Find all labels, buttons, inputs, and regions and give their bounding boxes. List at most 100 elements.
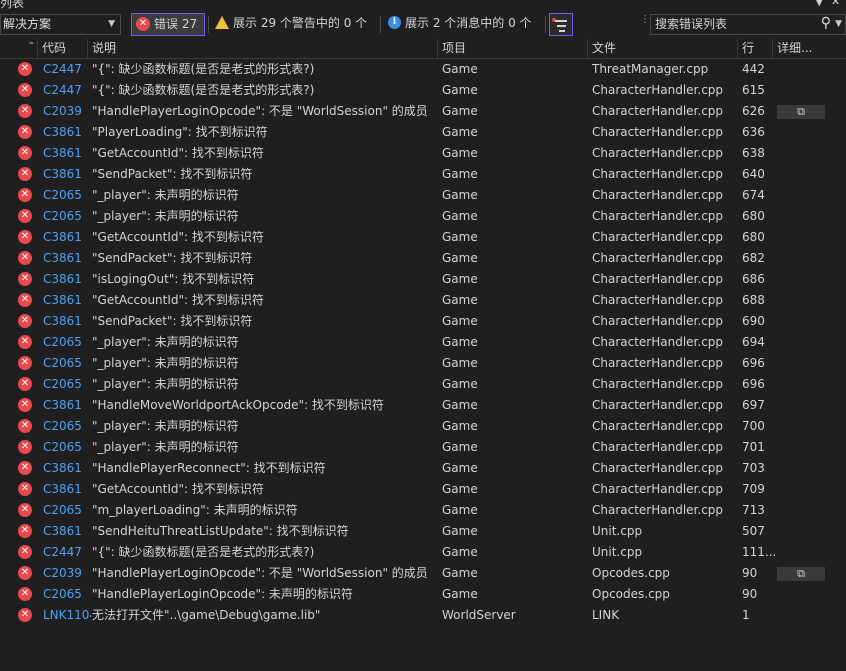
table-row[interactable]: ✕ C3861 "SendPacket": 找不到标识符 Game CharacterH…: [0, 311, 846, 332]
error-code-link[interactable]: C2039: [43, 101, 91, 122]
error-code-link[interactable]: C3861: [43, 122, 91, 143]
messages-filter-button[interactable]: i 展示 2 个消息中的 0 个: [384, 13, 538, 36]
error-cell: ✕: [18, 479, 38, 500]
table-row[interactable]: ✕ C3861 "GetAccountId": 找不到标识符 Game Characte…: [0, 143, 846, 164]
details-cell: [777, 479, 825, 500]
error-code-link[interactable]: C3861: [43, 290, 91, 311]
table-row[interactable]: ✕ C2065 "_player": 未声明的标识符 Game CharacterHan…: [0, 185, 846, 206]
error-line: 1: [742, 608, 750, 622]
error-code-link[interactable]: C2447: [43, 59, 91, 80]
error-code-link[interactable]: C3861: [43, 248, 91, 269]
error-code-link[interactable]: C3861: [43, 227, 91, 248]
column-header-code[interactable]: 代码: [38, 39, 88, 59]
table-row[interactable]: ✕ C2065 "_player": 未声明的标识符 Game CharacterHan…: [0, 374, 846, 395]
error-description: "GetAccountId": 找不到标识符: [92, 146, 264, 160]
table-row[interactable]: ✕ C2065 "m_playerLoading": 未声明的标识符 Game Char…: [0, 500, 846, 521]
error-code-link[interactable]: C2065: [43, 500, 91, 521]
table-row[interactable]: ✕ C3861 "GetAccountId": 找不到标识符 Game Characte…: [0, 479, 846, 500]
error-line: 700: [742, 419, 765, 433]
error-code-link[interactable]: C2065: [43, 185, 91, 206]
error-cell: ✕: [18, 206, 38, 227]
table-row[interactable]: ✕ C2447 "{": 缺少函数标题(是否是老式的形式表?) Game Charact…: [0, 80, 846, 101]
error-list-toolbar: 解决方案 ▼ ✕ 错误 27 展示 29 个警告中的 0 个 i 展示 2 个消息中…: [0, 10, 846, 38]
error-cell: ✕: [18, 185, 38, 206]
error-circle-icon: ✕: [18, 439, 32, 454]
error-description: "{": 缺少函数标题(是否是老式的形式表?): [92, 62, 315, 76]
error-code-link[interactable]: C2065: [43, 206, 91, 227]
table-row[interactable]: ✕ C2065 "_player": 未声明的标识符 Game CharacterHan…: [0, 416, 846, 437]
chevron-down-icon[interactable]: ▼: [835, 15, 842, 34]
error-description: "{": 缺少函数标题(是否是老式的形式表?): [92, 545, 315, 559]
table-row[interactable]: ✕ C2065 "_player": 未声明的标识符 Game CharacterHan…: [0, 332, 846, 353]
table-row[interactable]: ✕ LNK1104无法打开文件"..\game\Debug\game.lib" Wo…: [0, 605, 846, 626]
table-row[interactable]: ✕ C2065 "_player": 未声明的标识符 Game CharacterHan…: [0, 206, 846, 227]
error-code-link[interactable]: C3861: [43, 311, 91, 332]
table-row[interactable]: ✕ C3861 "SendPacket": 找不到标识符 Game CharacterH…: [0, 248, 846, 269]
error-code-link[interactable]: C3861: [43, 395, 91, 416]
table-row[interactable]: ✕ C2447 "{": 缺少函数标题(是否是老式的形式表?) Game ThreatM…: [0, 59, 846, 80]
error-code-link[interactable]: C2065: [43, 584, 91, 605]
table-row[interactable]: ✕ C3861 "SendPacket": 找不到标识符 Game CharacterH…: [0, 164, 846, 185]
error-file: CharacterHandler.cpp: [592, 209, 724, 223]
scope-dropdown[interactable]: 解决方案 ▼: [0, 14, 121, 35]
error-code-link[interactable]: C2065: [43, 353, 91, 374]
error-code-link[interactable]: C2065: [43, 437, 91, 458]
error-circle-icon: ✕: [18, 586, 32, 601]
table-row[interactable]: ✕ C3861 "SendHeituThreatListUpdate": 找不到标识…: [0, 521, 846, 542]
error-code-link[interactable]: C2065: [43, 374, 91, 395]
error-code-link[interactable]: C2039: [43, 563, 91, 584]
table-row[interactable]: ✕ C2039 "HandlePlayerLoginOpcode": 不是 "Wor…: [0, 563, 846, 584]
warnings-filter-button[interactable]: 展示 29 个警告中的 0 个: [211, 13, 373, 36]
error-circle-icon: ✕: [18, 544, 32, 559]
table-row[interactable]: ✕ C2065 "_player": 未声明的标识符 Game CharacterHan…: [0, 353, 846, 374]
error-line: 703: [742, 461, 765, 475]
table-row[interactable]: ✕ C2447 "{": 缺少函数标题(是否是老式的形式表?) Game Unit.cp…: [0, 542, 846, 563]
error-code-link[interactable]: C3861: [43, 269, 91, 290]
error-code-link[interactable]: C3861: [43, 143, 91, 164]
lookup-icon[interactable]: ⧉: [777, 566, 825, 581]
error-file: CharacterHandler.cpp: [592, 335, 724, 349]
error-circle-icon: ✕: [18, 103, 32, 118]
error-code-link[interactable]: C3861: [43, 164, 91, 185]
details-cell: [777, 122, 825, 143]
lookup-icon[interactable]: ⧉: [777, 104, 825, 119]
column-header-project[interactable]: 项目: [438, 39, 588, 59]
error-code-link[interactable]: C3861: [43, 479, 91, 500]
table-row[interactable]: ✕ C2065 "HandlePlayerLoginOpcode": 未声明的标识符…: [0, 584, 846, 605]
search-error-list-input[interactable]: 搜索错误列表 ⚲ ▼: [650, 14, 846, 35]
table-row[interactable]: ✕ C3861 "isLogingOut": 找不到标识符 Game Character…: [0, 269, 846, 290]
error-code-link[interactable]: C2447: [43, 542, 91, 563]
details-cell: [777, 332, 825, 353]
error-code-link[interactable]: C3861: [43, 458, 91, 479]
error-code-link[interactable]: C2065: [43, 332, 91, 353]
error-code-link[interactable]: C3861: [43, 521, 91, 542]
column-header-file[interactable]: 文件: [588, 39, 738, 59]
column-header-sort[interactable]: ⁼: [0, 39, 38, 59]
messages-filter-label: 展示 2 个消息中的 0 个: [405, 16, 532, 30]
column-header-details[interactable]: 详细...: [773, 39, 846, 59]
search-icon[interactable]: ⚲: [821, 14, 831, 33]
column-header-line[interactable]: 行: [738, 39, 773, 59]
error-circle-icon: ✕: [18, 187, 32, 202]
error-circle-icon: ✕: [18, 418, 32, 433]
table-row[interactable]: ✕ C3861 "PlayerLoading": 找不到标识符 Game Charact…: [0, 122, 846, 143]
table-row[interactable]: ✕ C3861 "GetAccountId": 找不到标识符 Game Characte…: [0, 227, 846, 248]
table-row[interactable]: ✕ C3861 "GetAccountId": 找不到标识符 Game Characte…: [0, 290, 846, 311]
title-bar: 列表 ▼ ✕: [0, 0, 846, 9]
close-button[interactable]: ✕: [831, 0, 840, 8]
errors-filter-button[interactable]: ✕ 错误 27: [131, 13, 205, 36]
error-code-link[interactable]: C2065: [43, 416, 91, 437]
build-intellisense-filter-button[interactable]: [549, 13, 573, 36]
table-row[interactable]: ✕ C2065 "_player": 未声明的标识符 Game CharacterHan…: [0, 437, 846, 458]
table-row[interactable]: ✕ C3861 "HandleMoveWorldportAckOpcode": 找不…: [0, 395, 846, 416]
error-circle-icon: ✕: [18, 523, 32, 538]
error-description: "_player": 未声明的标识符: [92, 440, 239, 454]
pin-button[interactable]: ▼: [815, 0, 823, 8]
error-code-link[interactable]: C2447: [43, 80, 91, 101]
column-header-description[interactable]: 说明: [88, 39, 438, 59]
error-circle-icon: ✕: [18, 376, 32, 391]
error-code-link[interactable]: LNK1104: [43, 605, 91, 626]
table-row[interactable]: ✕ C3861 "HandlePlayerReconnect": 找不到标识符 Gam…: [0, 458, 846, 479]
error-project: Game: [442, 83, 478, 97]
table-row[interactable]: ✕ C2039 "HandlePlayerLoginOpcode": 不是 "Wor…: [0, 101, 846, 122]
